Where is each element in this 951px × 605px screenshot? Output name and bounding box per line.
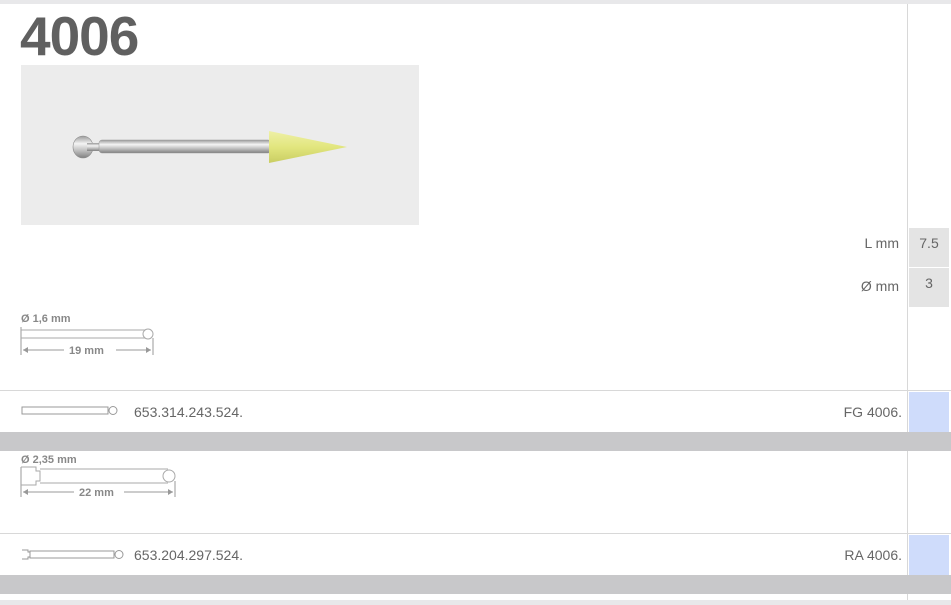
product-page: 4006 L mm 7.5 Ø mm 3 Ø 1,6 mm 19 mm 653.… — [0, 4, 951, 600]
ra-product-code: 653.204.297.524. — [134, 547, 243, 563]
fg-type-label: FG 4006. — [843, 404, 902, 420]
fg-color-swatch — [909, 392, 949, 432]
separator-band — [0, 432, 951, 451]
length-label: L mm — [864, 235, 899, 251]
ra-shank-diagram: Ø 2,35 mm 22 mm — [20, 454, 176, 499]
diameter-label: Ø mm — [860, 278, 899, 294]
ra-type-label: RA 4006. — [844, 547, 902, 563]
product-number: 4006 — [20, 5, 139, 67]
fg-product-code: 653.314.243.524. — [134, 404, 243, 420]
right-column-divider — [907, 4, 908, 600]
diameter-value: 3 — [909, 268, 949, 307]
ra-shank-icon — [22, 549, 124, 560]
fg-shank-diagram: Ø 1,6 mm 19 mm — [20, 313, 154, 356]
polisher-image — [72, 131, 347, 163]
fg-diameter-text: Ø 1,6 mm — [21, 313, 71, 325]
fg-length-text: 19 mm — [69, 345, 104, 356]
length-value: 7.5 — [909, 228, 949, 267]
ra-length-text: 22 mm — [79, 487, 114, 499]
product-photo — [21, 65, 419, 225]
ra-color-swatch — [909, 535, 949, 575]
ra-order-row: 653.204.297.524. RA 4006. — [0, 533, 951, 575]
fg-order-row: 653.314.243.524. FG 4006. — [0, 390, 951, 432]
fg-shank-icon — [21, 406, 118, 415]
ra-diameter-text: Ø 2,35 mm — [21, 454, 77, 466]
separator-band-bottom — [0, 575, 951, 594]
